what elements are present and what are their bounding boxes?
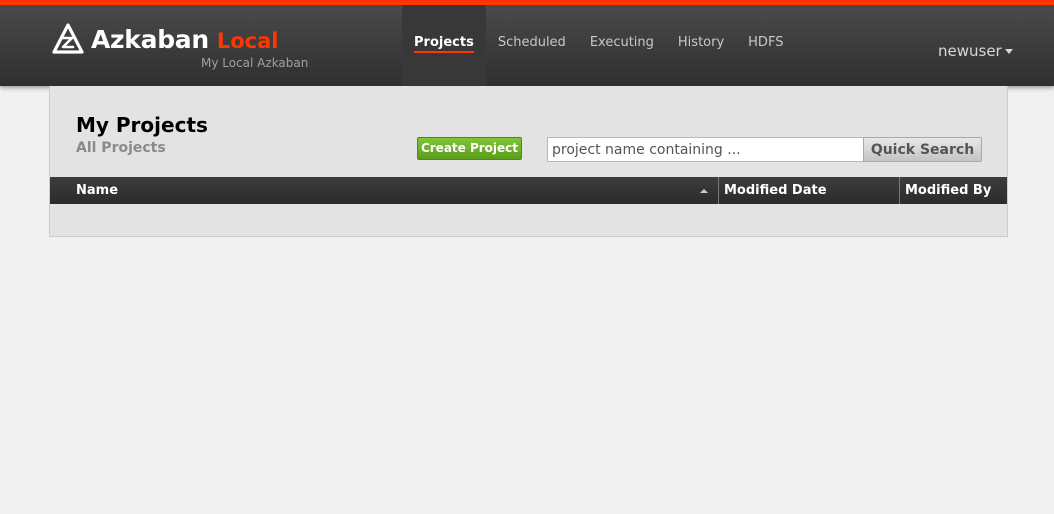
- brand-name: Azkaban: [91, 24, 209, 54]
- column-header-label: Modified By: [905, 183, 992, 198]
- nav-item-label: Scheduled: [497, 35, 566, 50]
- column-header-modified-by[interactable]: Modified By: [900, 177, 1007, 204]
- projects-panel: My Projects All Projects Create Project …: [49, 86, 1008, 237]
- projects-table-header: Name Modified Date Modified By: [50, 177, 1007, 204]
- nav-item-label: Projects: [414, 35, 474, 53]
- quick-search-button[interactable]: Quick Search: [863, 137, 982, 162]
- brand-environment: Local: [216, 28, 279, 53]
- search-input[interactable]: [547, 137, 864, 162]
- nav-item-hdfs[interactable]: HDFS: [736, 5, 795, 86]
- nav-item-label: Executing: [589, 35, 654, 50]
- sort-ascending-icon: [700, 189, 708, 193]
- main-nav: Projects Scheduled Executing History HDF…: [402, 5, 795, 86]
- nav-item-projects[interactable]: Projects: [402, 5, 486, 86]
- column-header-modified-date[interactable]: Modified Date: [719, 177, 900, 204]
- user-menu[interactable]: newuser: [938, 42, 1013, 60]
- nav-item-history[interactable]: History: [666, 5, 736, 86]
- nav-item-executing[interactable]: Executing: [578, 5, 666, 86]
- column-header-name[interactable]: Name: [50, 177, 719, 204]
- azkaban-logo-icon: [52, 23, 84, 54]
- column-header-label: Modified Date: [724, 183, 827, 198]
- brand-subtitle: My Local Azkaban: [201, 56, 309, 70]
- page-title: My Projects: [76, 113, 208, 137]
- column-header-label: Name: [76, 183, 119, 198]
- caret-down-icon: [1004, 48, 1013, 54]
- nav-item-label: HDFS: [748, 35, 784, 50]
- top-navbar: Azkaban Local My Local Azkaban Projects …: [0, 0, 1054, 86]
- nav-item-scheduled[interactable]: Scheduled: [486, 5, 578, 86]
- user-name: newuser: [938, 42, 1002, 60]
- brand-logo[interactable]: Azkaban Local: [52, 23, 279, 55]
- create-project-button[interactable]: Create Project: [417, 137, 522, 160]
- nav-item-label: History: [677, 35, 725, 50]
- page-subtitle: All Projects: [76, 140, 166, 156]
